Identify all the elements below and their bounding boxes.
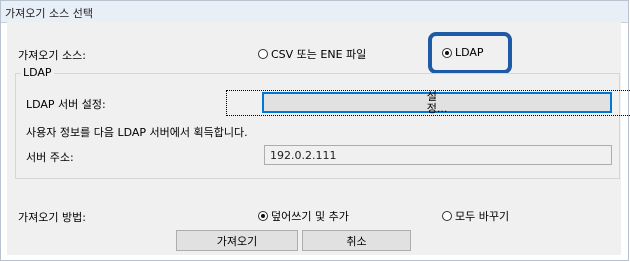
radio-replace-all-label: 모두 바꾸기 [455, 210, 510, 223]
radio-ldap-label: LDAP [455, 46, 484, 59]
server-address-value: 192.0.2.111 [270, 148, 337, 162]
server-address-field: 192.0.2.111 [264, 145, 612, 165]
import-source-label: 가져오기 소스: [18, 49, 86, 62]
radio-replace-all-circle[interactable] [442, 211, 452, 221]
ldap-settings-button-label: 설정... [225, 89, 630, 116]
ldap-server-settings-label: LDAP 서버 설정: [26, 98, 106, 111]
cancel-button[interactable]: 취소 [302, 230, 411, 251]
radio-overwrite-label: 덮어쓰기 및 추가 [271, 210, 349, 223]
radio-overwrite-and-add[interactable]: 덮어쓰기 및 추가 [258, 208, 349, 224]
import-button-label: 가져오기 [216, 234, 258, 248]
radio-replace-all[interactable]: 모두 바꾸기 [442, 208, 509, 224]
title-bar: 가져오기 소스 선택 [1, 1, 628, 23]
ldap-info-text: 사용자 정보를 다음 LDAP 서버에서 획득합니다. [26, 126, 248, 139]
ldap-settings-button[interactable]: 설정... [225, 89, 630, 116]
radio-ldap-circle[interactable] [442, 47, 452, 58]
cancel-button-label: 취소 [346, 234, 367, 248]
radio-ldap[interactable]: LDAP [442, 46, 484, 59]
radio-csv-ene-file[interactable]: CSV 또는 ENE 파일 [258, 46, 366, 62]
server-address-label: 서버 주소: [26, 151, 74, 164]
import-button[interactable]: 가져오기 [176, 230, 298, 251]
radio-csv-ene-circle[interactable] [258, 49, 268, 59]
dialog-title: 가져오기 소스 선택 [5, 7, 93, 20]
import-method-label: 가져오기 방법: [18, 211, 86, 224]
ldap-group-title: LDAP [21, 66, 54, 79]
radio-overwrite-circle[interactable] [258, 211, 268, 221]
radio-csv-ene-label: CSV 또는 ENE 파일 [271, 48, 367, 61]
